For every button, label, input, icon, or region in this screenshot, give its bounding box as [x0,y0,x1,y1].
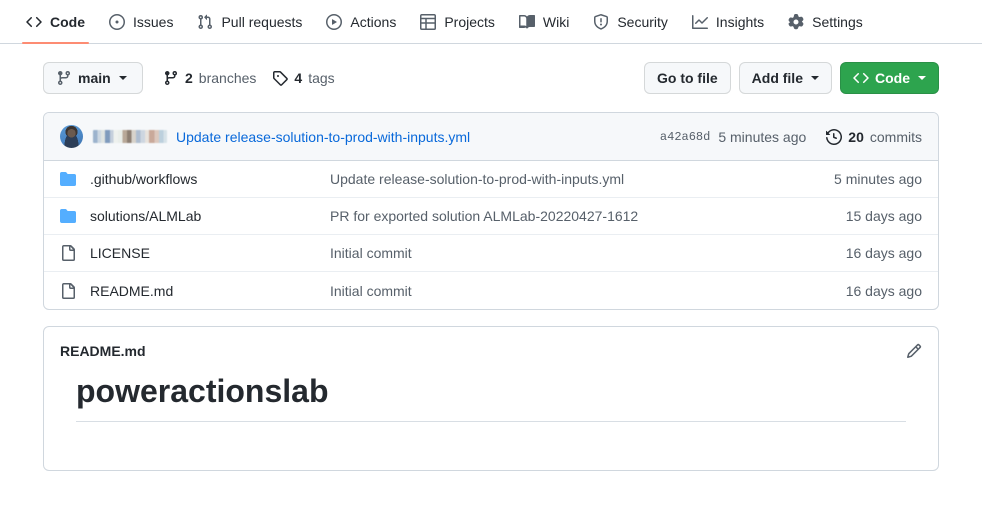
file-age: 16 days ago [845,282,922,299]
tab-projects[interactable]: Projects [408,0,507,43]
table-row[interactable]: LICENSE Initial commit 16 days ago [44,235,938,272]
pencil-icon[interactable] [906,343,922,359]
file-name[interactable]: .github/workflows [90,171,330,187]
tab-insights[interactable]: Insights [680,0,776,43]
book-icon [518,14,535,30]
readme-panel: README.md poweractionslab [43,326,939,471]
readme-body: poweractionslab [44,359,938,454]
latest-commit-message[interactable]: Update release-solution-to-prod-with-inp… [176,129,470,145]
tab-actions[interactable]: Actions [314,0,408,43]
tab-settings[interactable]: Settings [776,0,875,43]
gear-icon [788,13,804,30]
tags-link[interactable]: 4 tags [272,70,335,86]
repo-nav: Code Issues Pull requests Actions Projec… [0,0,982,44]
file-commit-message[interactable]: Initial commit [330,245,846,261]
file-name[interactable]: solutions/ALMLab [90,208,330,224]
code-download-button[interactable]: Code [840,62,939,94]
avatar[interactable] [60,125,83,148]
tags-label: tags [308,70,335,86]
git-branch-icon [56,70,72,86]
table-icon [420,13,437,30]
tab-issues-label: Issues [133,13,174,30]
branch-name-label: main [78,70,111,86]
tab-pull-requests-label: Pull requests [221,13,303,30]
tab-insights-label: Insights [715,13,765,30]
readme-title: README.md [60,343,146,359]
commits-count-link[interactable]: 20 commits [826,129,922,145]
table-row[interactable]: README.md Initial commit 16 days ago [44,272,938,309]
table-row[interactable]: solutions/ALMLab PR for exported solutio… [44,198,938,235]
file-age: 5 minutes ago [834,171,922,187]
tab-issues[interactable]: Issues [97,0,185,43]
repo-content: main 2 branches 4 tags Go to file Add fi… [0,44,982,471]
git-pull-request-icon [197,14,213,30]
graph-icon [691,14,708,30]
branches-count: 2 [185,70,193,86]
readme-heading: poweractionslab [76,371,906,422]
tab-pull-requests[interactable]: Pull requests [185,0,314,43]
git-branch-icon [163,70,179,86]
folder-icon [60,208,76,224]
file-commit-message[interactable]: Update release-solution-to-prod-with-inp… [330,171,834,187]
chevron-down-icon [811,76,819,80]
content-container: main 2 branches 4 tags Go to file Add fi… [43,60,939,471]
code-button-label: Code [875,70,910,86]
file-commit-message[interactable]: Initial commit [330,283,846,299]
table-row[interactable]: .github/workflows Update release-solutio… [44,161,938,198]
commits-count-label: commits [869,128,922,145]
add-file-label: Add file [751,70,803,86]
latest-commit-header: Update release-solution-to-prod-with-inp… [44,113,938,161]
tags-count: 4 [294,70,303,86]
file-age: 16 days ago [845,245,922,261]
commits-count-value: 20 [848,128,864,145]
tab-code[interactable]: Code [14,0,97,44]
tab-wiki[interactable]: Wiki [507,0,581,43]
file-icon [60,282,76,299]
add-file-button[interactable]: Add file [738,62,832,94]
code-icon [26,14,42,30]
branches-label: branches [198,70,257,86]
branch-selector-button[interactable]: main [43,62,143,94]
code-icon [853,70,869,86]
go-to-file-button[interactable]: Go to file [643,62,731,94]
chevron-down-icon [118,76,127,80]
file-age: 15 days ago [845,208,922,224]
tab-wiki-label: Wiki [542,13,570,30]
play-icon [326,13,343,30]
file-name[interactable]: LICENSE [90,245,330,261]
readme-header: README.md [44,327,938,359]
file-commit-message[interactable]: PR for exported solution ALMLab-20220427… [330,208,846,224]
go-to-file-label: Go to file [656,70,718,86]
file-name[interactable]: README.md [90,283,330,299]
issue-opened-icon [109,13,125,30]
tab-settings-label: Settings [812,13,863,30]
history-icon [826,128,843,145]
tab-actions-label: Actions [350,13,397,30]
commit-sha[interactable]: a42a68d [660,130,710,144]
tag-icon [272,70,289,86]
latest-commit-meta: a42a68d 5 minutes ago 20 commits [660,129,922,145]
file-table: Update release-solution-to-prod-with-inp… [43,112,939,310]
tab-projects-label: Projects [444,13,495,30]
file-icon [60,245,76,261]
shield-icon [593,13,609,30]
commit-author-redacted [93,130,167,143]
repo-toolbar: main 2 branches 4 tags Go to file Add fi… [43,60,939,96]
commit-age: 5 minutes ago [718,128,807,145]
folder-icon [60,171,76,187]
branches-link[interactable]: 2 branches [163,70,256,86]
tab-code-label: Code [50,13,85,30]
tab-security-label: Security [617,13,668,30]
tab-security[interactable]: Security [581,0,680,43]
chevron-down-icon [918,76,926,80]
